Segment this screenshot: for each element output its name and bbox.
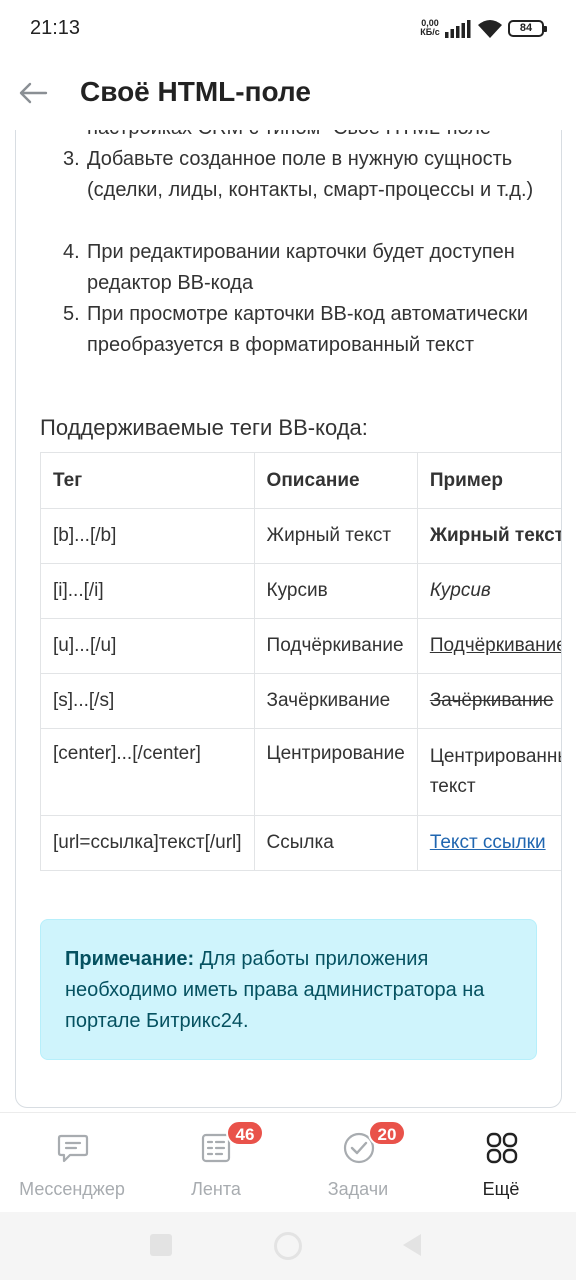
nav-label: Задачи <box>327 1179 389 1199</box>
recent-apps-button[interactable] <box>150 1234 172 1256</box>
home-button[interactable] <box>274 1232 302 1260</box>
column-header: Пример <box>416 452 561 509</box>
nav-label: Мессенджер <box>19 1179 125 1199</box>
tag-cell: [b]...[/b] <box>40 508 255 564</box>
description-cell: Зачёркивание <box>253 673 418 729</box>
chat-icon <box>57 1134 89 1163</box>
tag-cell: [center]...[/center] <box>40 728 255 816</box>
nav-item-tasks[interactable]: 20 Задачи <box>286 1113 430 1213</box>
table-row: [i]...[/i] Курсив Курсив <box>40 563 561 619</box>
description-cell: Подчёркивание <box>253 618 418 674</box>
back-button[interactable] <box>16 76 50 110</box>
arrow-left-icon <box>19 82 48 104</box>
description-cell: Ссылка <box>253 815 418 871</box>
wifi-icon <box>478 20 502 38</box>
system-back-button[interactable] <box>403 1234 421 1256</box>
column-header: Тег <box>40 452 255 509</box>
content-card: настройках CRM с типом "Свое HTML-поле" … <box>15 130 562 1108</box>
bottom-navigation: Мессенджер 46 Лента 20 Задачи Ещё <box>0 1112 576 1212</box>
nav-label: Ещё <box>482 1179 520 1199</box>
description-cell: Курсив <box>253 563 418 619</box>
table-row: [b]...[/b] Жирный текст Жирный текст <box>40 508 561 564</box>
table-header-row: Тег Описание Пример <box>40 452 561 509</box>
system-navigation-bar <box>0 1212 576 1280</box>
network-speed: 0,00 КБ/с <box>420 18 440 37</box>
bb-tags-table: Тег Описание Пример [b]...[/b] Жирный те… <box>40 452 561 871</box>
notification-badge: 46 <box>226 1120 264 1146</box>
nav-label: Лента <box>191 1179 241 1199</box>
tag-cell: [i]...[/i] <box>40 563 255 619</box>
battery-icon: 84 <box>508 20 547 37</box>
section-title: Поддерживаемые теги BB-кода: <box>40 415 368 440</box>
nav-item-feed[interactable]: 46 Лента <box>144 1113 288 1213</box>
status-bar: 21:13 0,00 КБ/с 84 <box>0 0 576 58</box>
tag-cell: [s]...[/s] <box>40 673 255 729</box>
nav-item-messenger[interactable]: Мессенджер <box>0 1113 144 1213</box>
example-cell: Подчёркивание <box>416 618 561 674</box>
example-cell: Зачёркивание <box>416 673 561 729</box>
example-cell: Жирный текст <box>416 508 561 564</box>
table-row: [center]...[/center] Центрирование Центр… <box>40 728 561 816</box>
tag-cell: [url=ссылка]текст[/url] <box>40 815 255 871</box>
signal-icon <box>445 20 471 38</box>
example-link[interactable]: Текст ссылки <box>430 832 546 853</box>
example-cell: Центрированный текст <box>416 728 561 816</box>
description-cell: Центрирование <box>253 728 418 816</box>
table-row: [s]...[/s] Зачёркивание Зачёркивание <box>40 673 561 729</box>
table-row: [u]...[/u] Подчёркивание Подчёркивание <box>40 618 561 674</box>
table-row: [url=ссылка]текст[/url] Ссылка Текст ссы… <box>40 815 561 871</box>
tag-cell: [u]...[/u] <box>40 618 255 674</box>
example-cell: Текст ссылки <box>416 815 561 871</box>
column-header: Описание <box>253 452 418 509</box>
content-scroll[interactable]: настройках CRM с типом "Свое HTML-поле" … <box>0 130 576 1112</box>
example-cell: Курсив <box>416 563 561 619</box>
status-time: 21:13 <box>30 17 81 39</box>
note-alert: Примечание: Для работы приложения необхо… <box>40 919 537 1060</box>
note-label: Примечание: <box>65 948 195 970</box>
grid-icon <box>486 1132 518 1164</box>
notification-badge: 20 <box>368 1120 406 1146</box>
page-title: Своё HTML-поле <box>80 76 311 107</box>
app-header: Своё HTML-поле <box>0 58 576 130</box>
description-cell: Жирный текст <box>253 508 418 564</box>
nav-item-more[interactable]: Ещё <box>429 1113 573 1213</box>
